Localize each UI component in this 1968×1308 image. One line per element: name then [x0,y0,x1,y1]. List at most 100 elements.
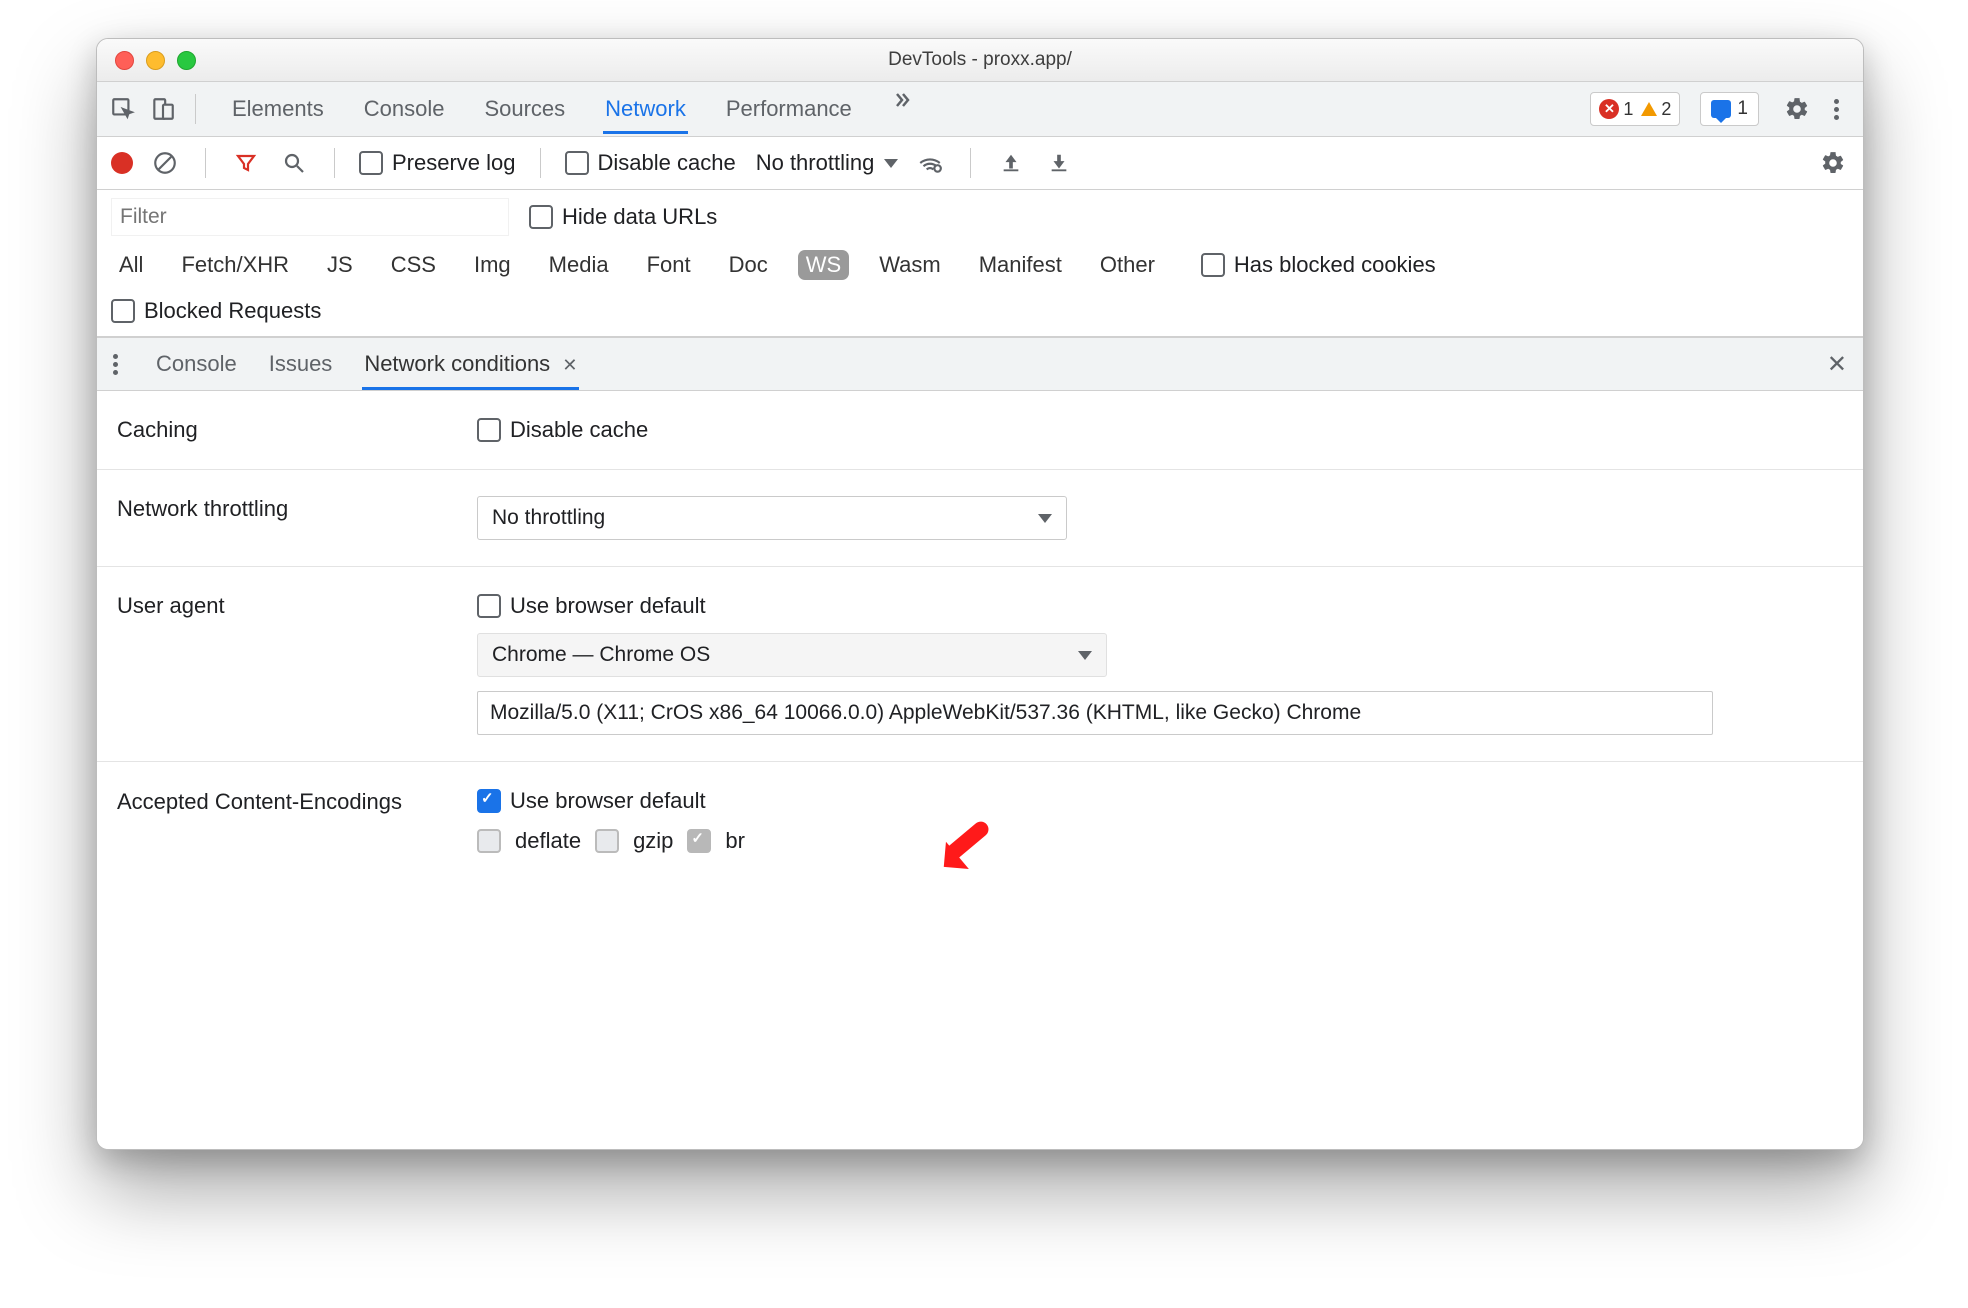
divider [540,148,541,178]
encodings-use-default-checkbox[interactable]: Use browser default [477,788,706,814]
type-filter-bar: All Fetch/XHR JS CSS Img Media Font Doc … [97,244,1863,290]
devtools-window: DevTools - proxx.app/ Elements Console S… [96,38,1864,1150]
hide-data-urls-label: Hide data URLs [562,204,717,230]
tab-performance[interactable]: Performance [724,84,854,134]
settings-gear-icon[interactable] [1781,93,1813,125]
divider [195,94,196,124]
filter-type-media[interactable]: Media [541,250,617,280]
messages-count-value: 1 [1737,98,1748,120]
filter-bar: Hide data URLs [97,190,1863,244]
disable-cache-toolbar-label: Disable cache [598,150,736,176]
blocked-requests-checkbox[interactable]: Blocked Requests [111,298,321,324]
error-count-value: 1 [1623,99,1633,120]
network-settings-gear-icon[interactable] [1817,147,1849,179]
filter-type-ws[interactable]: WS [798,250,849,280]
annotation-arrow-icon [930,814,1000,884]
record-button[interactable] [111,152,133,174]
encoding-deflate-checkbox[interactable] [477,829,501,853]
clear-button[interactable] [149,147,181,179]
encoding-br-checkbox[interactable] [687,829,711,853]
warning-icon [1641,102,1657,116]
more-menu-icon[interactable] [1821,93,1853,125]
titlebar: DevTools - proxx.app/ [97,39,1863,82]
throttling-label: Network throttling [117,496,477,522]
drawer-tab-network-conditions[interactable]: Network conditions ✕ [362,339,579,390]
close-tab-icon[interactable]: ✕ [562,355,577,375]
encoding-br-label: br [725,828,745,854]
user-agent-row: User agent Use browser default Chrome — … [97,567,1863,762]
encodings-options: deflate gzip br [477,828,745,854]
device-toolbar-icon[interactable] [147,93,179,125]
drawer-more-menu-icon[interactable] [113,354,118,375]
throttling-select[interactable]: No throttling [477,496,1067,540]
ua-use-default-label: Use browser default [510,593,706,619]
user-agent-label: User agent [117,593,477,619]
window-controls [115,51,196,70]
error-icon: ✕ [1599,99,1619,119]
drawer-tab-issues[interactable]: Issues [267,339,335,389]
hide-data-urls-checkbox[interactable]: Hide data URLs [529,204,717,230]
throttling-select-toolbar[interactable]: No throttling [756,150,899,176]
throttling-toolbar-value: No throttling [756,150,875,176]
panel-tabs: Elements Console Sources Network Perform… [230,84,918,134]
window-title: DevTools - proxx.app/ [97,49,1863,71]
filter-type-other[interactable]: Other [1092,250,1163,280]
divider [205,148,206,178]
issues-counter[interactable]: ✕ 1 2 [1590,92,1680,126]
message-icon [1711,100,1731,118]
download-har-icon[interactable] [1043,147,1075,179]
user-agent-select-value: Chrome — Chrome OS [492,643,710,667]
blocked-requests-label: Blocked Requests [144,298,321,324]
upload-har-icon[interactable] [995,147,1027,179]
minimize-window-button[interactable] [146,51,165,70]
maximize-window-button[interactable] [177,51,196,70]
throttling-select-value: No throttling [492,506,605,530]
chevron-down-icon [884,159,898,168]
ua-use-default-checkbox[interactable]: Use browser default [477,593,706,619]
encoding-deflate-label: deflate [515,828,581,854]
filter-type-doc[interactable]: Doc [721,250,776,280]
drawer-tabs: Console Issues Network conditions ✕ ✕ [97,337,1863,391]
encoding-gzip-checkbox[interactable] [595,829,619,853]
filter-type-js[interactable]: JS [319,250,361,280]
disable-cache-checkbox-toolbar[interactable]: Disable cache [565,150,736,176]
throttling-row: Network throttling No throttling [97,470,1863,567]
preserve-log-label: Preserve log [392,150,516,176]
filter-type-all[interactable]: All [111,250,151,280]
disable-cache-checkbox[interactable]: Disable cache [477,417,648,443]
tab-console[interactable]: Console [362,84,447,134]
chevron-down-icon [1038,514,1052,523]
more-tabs-icon[interactable] [886,84,918,116]
main-toolbar: Elements Console Sources Network Perform… [97,82,1863,137]
tab-sources[interactable]: Sources [482,84,567,134]
divider [334,148,335,178]
filter-type-fetchxhr[interactable]: Fetch/XHR [173,250,297,280]
encoding-gzip-label: gzip [633,828,673,854]
search-icon[interactable] [278,147,310,179]
close-window-button[interactable] [115,51,134,70]
content-encodings-label: Accepted Content-Encodings [117,788,477,816]
close-drawer-icon[interactable]: ✕ [1827,350,1847,379]
user-agent-select[interactable]: Chrome — Chrome OS [477,633,1107,677]
filter-type-wasm[interactable]: Wasm [871,250,949,280]
filter-type-font[interactable]: Font [639,250,699,280]
filter-input[interactable] [111,198,509,236]
network-toolbar: Preserve log Disable cache No throttling [97,137,1863,190]
network-conditions-panel: Caching Disable cache Network throttling… [97,391,1863,1149]
drawer-tab-console[interactable]: Console [154,339,239,389]
disable-cache-label: Disable cache [510,417,648,443]
filter-type-manifest[interactable]: Manifest [971,250,1070,280]
tab-network[interactable]: Network [603,84,688,134]
filter-toggle-icon[interactable] [230,147,262,179]
preserve-log-checkbox[interactable]: Preserve log [359,150,516,176]
inspect-element-icon[interactable] [107,93,139,125]
filter-type-img[interactable]: Img [466,250,519,280]
network-conditions-icon[interactable] [914,147,946,179]
messages-counter[interactable]: 1 [1700,92,1759,126]
filter-type-css[interactable]: CSS [383,250,444,280]
has-blocked-cookies-checkbox[interactable]: Has blocked cookies [1201,252,1436,278]
tab-elements[interactable]: Elements [230,84,326,134]
warning-count: 2 [1641,99,1671,120]
user-agent-string-input[interactable] [477,691,1713,735]
error-count: ✕ 1 [1599,99,1633,120]
